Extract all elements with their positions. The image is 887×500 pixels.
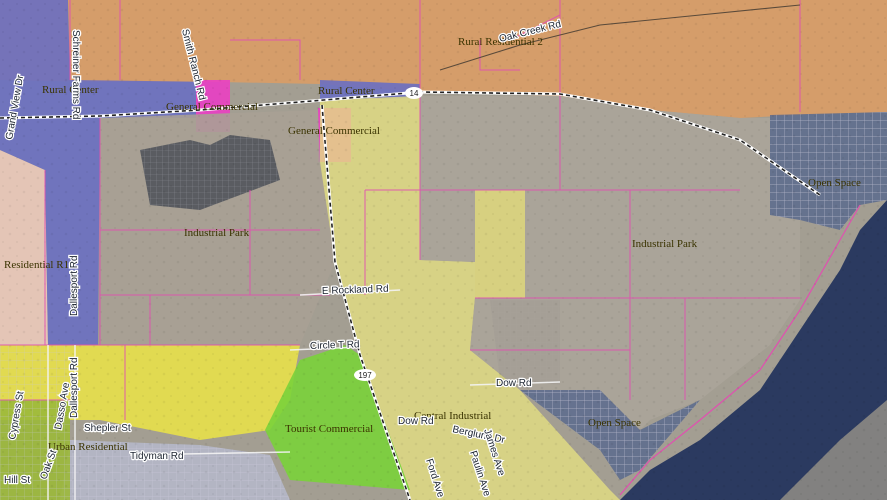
sr197-shield: 197 xyxy=(354,369,376,381)
label-dow-rd-2: Dow Rd xyxy=(398,416,434,427)
label-hill-st: Hill St xyxy=(4,475,30,486)
label-schreiner-farms-rd: Schreiner Farms Rd xyxy=(70,30,81,119)
label-dallesport-rd-1: Dallesport Rd xyxy=(69,255,80,316)
terrain-texture xyxy=(0,0,887,500)
label-general-commercial-1: General Commercial xyxy=(166,101,258,113)
label-shepler-st: Shepler St xyxy=(84,423,131,434)
label-open-space-north: Open Space xyxy=(808,177,861,189)
label-residential-r1: Residential R1 xyxy=(4,259,69,271)
label-urban-residential: Urban Residential xyxy=(48,441,128,453)
label-rural-center-east: Rural Center xyxy=(318,85,375,97)
sr197-shield-label: 197 xyxy=(358,371,372,380)
label-circle-t-rd: Circle T Rd xyxy=(310,339,360,352)
label-general-commercial-2: General Commercial xyxy=(288,125,380,137)
sr14-shield-label: 14 xyxy=(410,89,419,98)
sr14-shield: 14 xyxy=(405,87,423,99)
label-e-rockland-rd: E Rockland Rd xyxy=(322,284,389,297)
label-industrial-park-east: Industrial Park xyxy=(632,238,698,250)
label-dow-rd-1: Dow Rd xyxy=(496,378,532,389)
label-open-space-south: Open Space xyxy=(588,417,641,429)
zoning-map[interactable]: 14 197 Rural Residential 2 Rural Center … xyxy=(0,0,887,500)
label-industrial-park-west: Industrial Park xyxy=(184,227,250,239)
label-tourist-commercial: Tourist Commercial xyxy=(285,423,373,435)
label-tidyman-rd: Tidyman Rd xyxy=(130,451,184,462)
